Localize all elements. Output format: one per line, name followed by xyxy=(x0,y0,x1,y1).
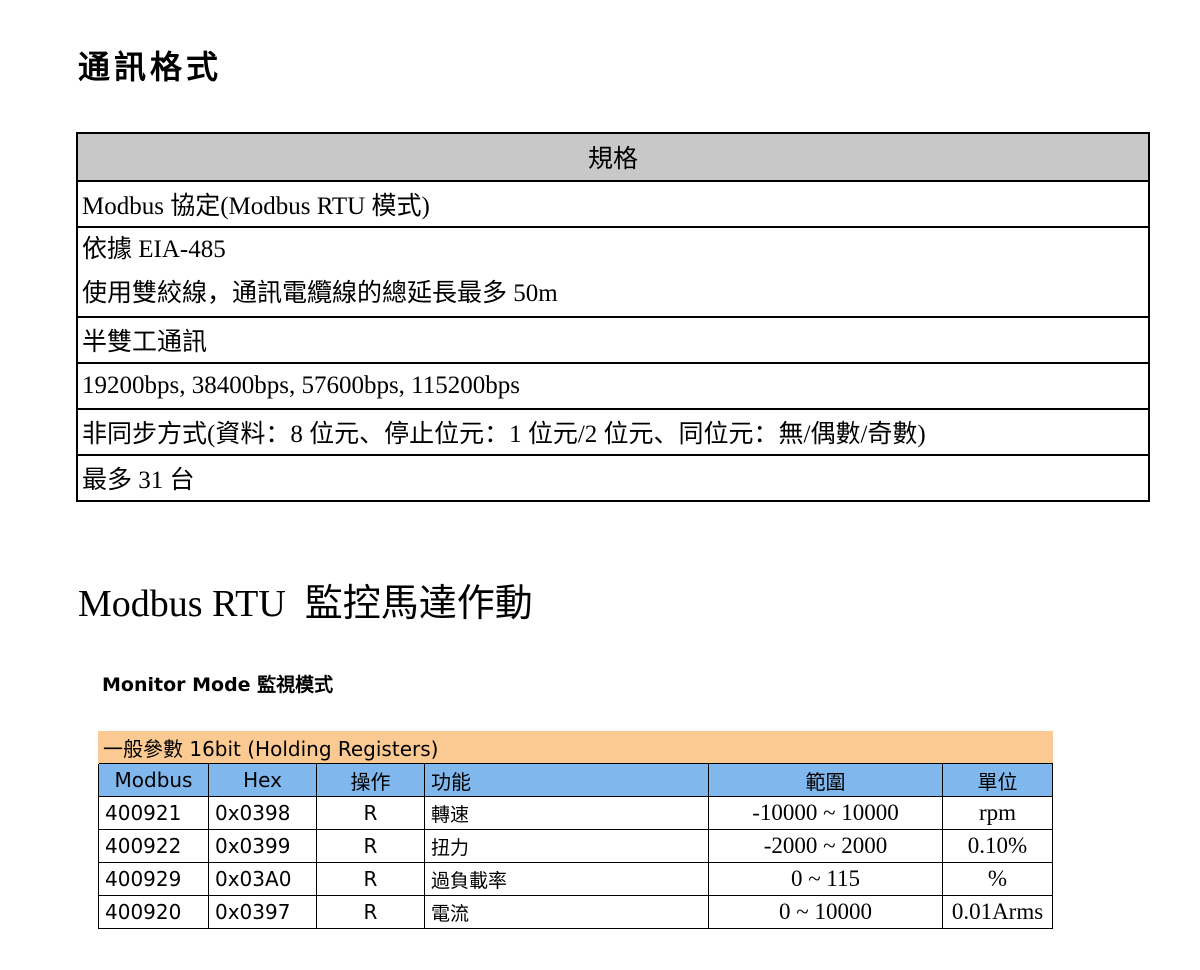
operation-cell: R xyxy=(316,895,425,929)
column-header-hex: Hex xyxy=(208,763,317,797)
unit-cell: 0.01Arms xyxy=(941,895,1054,929)
section-heading-modbus-rtu: Modbus RTU 監控馬達作動 xyxy=(78,583,533,625)
hex-cell: 0x0398 xyxy=(208,796,317,830)
range-cell: 0 ~ 10000 xyxy=(708,895,943,929)
table-row: 19200bps, 38400bps, 57600bps, 115200bps xyxy=(76,362,1150,410)
table-row: 400929 0x03A0 R 過負載率 0 ~ 115 % xyxy=(98,862,1054,896)
spec-cell: 依據 EIA-485 使用雙絞線，通訊電纜線的總延長最多 50m xyxy=(76,226,1150,318)
table-row: 400920 0x0397 R 電流 0 ~ 10000 0.01Arms xyxy=(98,895,1054,929)
spec-cell: Modbus 協定(Modbus RTU 模式) xyxy=(76,180,1150,228)
table-row: 半雙工通訊 xyxy=(76,316,1150,364)
hex-cell: 0x0397 xyxy=(208,895,317,929)
hex-cell: 0x0399 xyxy=(208,829,317,863)
spec-table: 規格 Modbus 協定(Modbus RTU 模式) 依據 EIA-485 使… xyxy=(76,132,1150,502)
operation-cell: R xyxy=(316,829,425,863)
column-header-modbus: Modbus xyxy=(98,763,209,797)
unit-cell: rpm xyxy=(941,796,1054,830)
column-header-range: 範圍 xyxy=(708,763,943,797)
modbus-address-cell: 400929 xyxy=(98,862,209,896)
column-header-operation: 操作 xyxy=(316,763,425,797)
register-header-row: Modbus Hex 操作 功能 範圍 單位 xyxy=(98,763,1054,797)
modbus-address-cell: 400921 xyxy=(98,796,209,830)
operation-cell: R xyxy=(316,862,425,896)
range-cell: 0 ~ 115 xyxy=(708,862,943,896)
column-header-unit: 單位 xyxy=(941,763,1054,797)
register-table: 一般參數 16bit (Holding Registers) Modbus He… xyxy=(97,731,1054,929)
register-group-label: 一般參數 16bit (Holding Registers) xyxy=(97,731,1053,764)
register-group-row: 一般參數 16bit (Holding Registers) xyxy=(97,731,1053,764)
spec-cell: 半雙工通訊 xyxy=(76,316,1150,364)
monitor-mode-heading: Monitor Mode 監視模式 xyxy=(102,674,334,696)
unit-cell: 0.10% xyxy=(941,829,1054,863)
section-heading-communication-format: 通訊格式 xyxy=(78,48,223,86)
table-row: 非同步方式(資料：8 位元、停止位元：1 位元/2 位元、同位元：無/偶數/奇數… xyxy=(76,408,1150,456)
table-row: 依據 EIA-485 使用雙絞線，通訊電纜線的總延長最多 50m xyxy=(76,226,1150,318)
modbus-address-cell: 400920 xyxy=(98,895,209,929)
unit-cell: % xyxy=(941,862,1054,896)
column-header-function: 功能 xyxy=(424,763,709,797)
table-row: Modbus 協定(Modbus RTU 模式) xyxy=(76,180,1150,228)
function-cell: 電流 xyxy=(424,895,709,929)
range-cell: -2000 ~ 2000 xyxy=(708,829,943,863)
table-row: 最多 31 台 xyxy=(76,454,1150,502)
table-row: 400922 0x0399 R 扭力 -2000 ~ 2000 0.10% xyxy=(98,829,1054,863)
spec-table-header: 規格 xyxy=(76,132,1150,182)
operation-cell: R xyxy=(316,796,425,830)
spec-cell: 非同步方式(資料：8 位元、停止位元：1 位元/2 位元、同位元：無/偶數/奇數… xyxy=(76,408,1150,456)
function-cell: 過負載率 xyxy=(424,862,709,896)
function-cell: 扭力 xyxy=(424,829,709,863)
spec-cell: 最多 31 台 xyxy=(76,454,1150,502)
spec-cell-line: 依據 EIA-485 xyxy=(82,236,226,263)
function-cell: 轉速 xyxy=(424,796,709,830)
modbus-address-cell: 400922 xyxy=(98,829,209,863)
spec-cell: 19200bps, 38400bps, 57600bps, 115200bps xyxy=(76,362,1150,410)
spec-cell-line: 使用雙絞線，通訊電纜線的總延長最多 50m xyxy=(82,280,558,307)
hex-cell: 0x03A0 xyxy=(208,862,317,896)
range-cell: -10000 ~ 10000 xyxy=(708,796,943,830)
table-row: 400921 0x0398 R 轉速 -10000 ~ 10000 rpm xyxy=(98,796,1054,830)
